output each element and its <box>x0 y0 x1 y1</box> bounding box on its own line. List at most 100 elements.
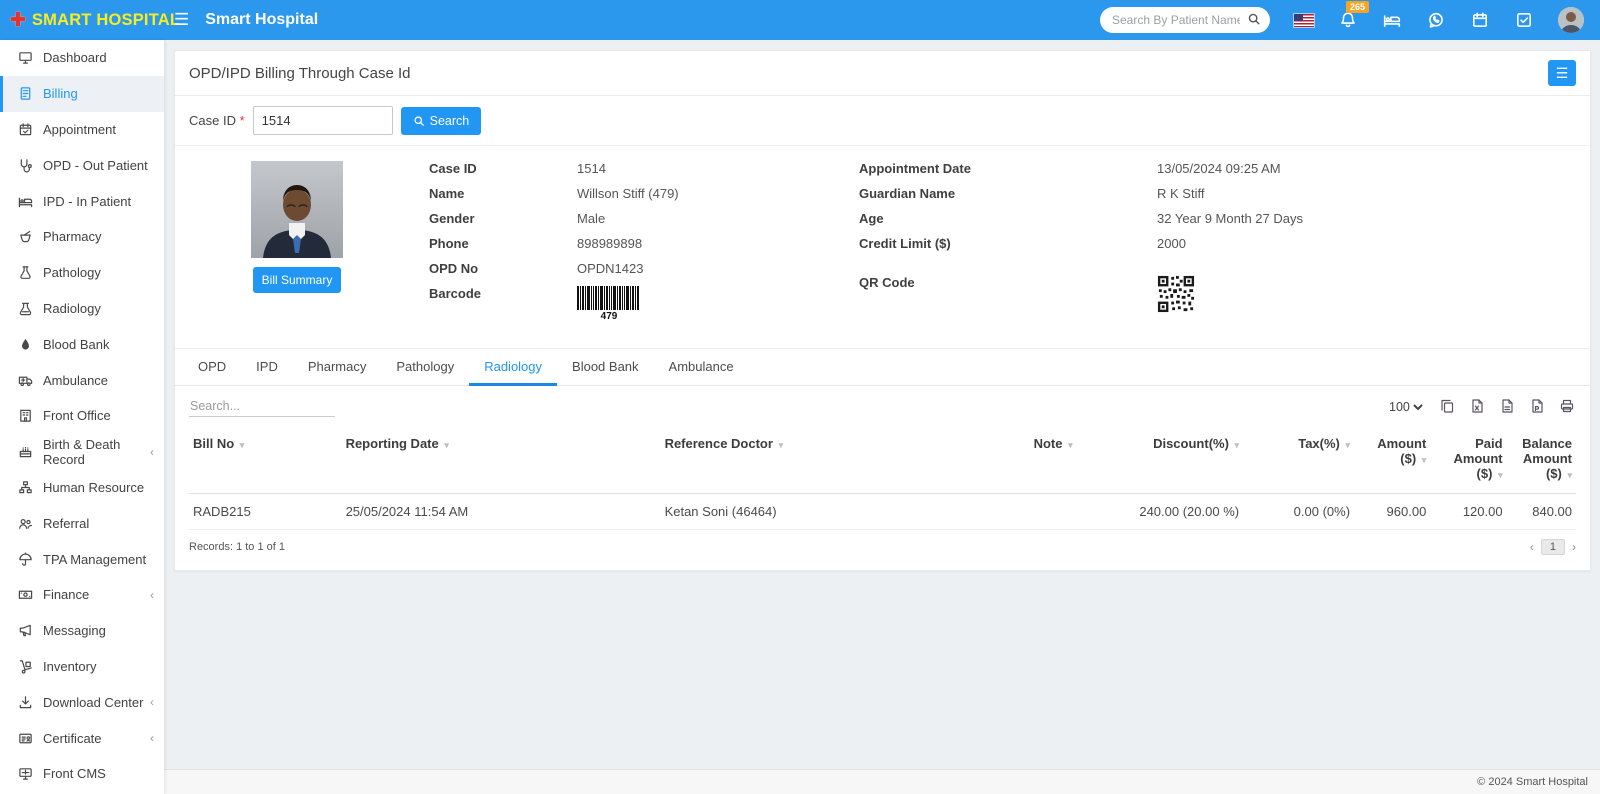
sidebar-item-inventory[interactable]: Inventory <box>0 649 164 685</box>
billing-icon <box>16 86 34 102</box>
sidebar-item-radiology[interactable]: Radiology <box>0 291 164 327</box>
col-paid-amount[interactable]: Paid Amount ($) ▾ <box>1430 427 1507 494</box>
sidebar-item-birth-death-record[interactable]: Birth & Death Record ‹ <box>0 434 164 470</box>
cell-reporting-date: 25/05/2024 11:54 AM <box>341 493 661 530</box>
sidebar-item-dashboard[interactable]: Dashboard <box>0 40 164 76</box>
field-value: 898989898 <box>577 236 643 251</box>
page-title: OPD/IPD Billing Through Case Id <box>189 64 411 82</box>
language-flag-icon[interactable] <box>1294 10 1314 30</box>
page-number[interactable]: 1 <box>1540 539 1565 555</box>
qr-code-label: QR Code <box>859 275 915 290</box>
umbrella-icon <box>16 551 34 567</box>
whatsapp-icon[interactable] <box>1426 10 1446 30</box>
table-search-input[interactable] <box>189 396 335 417</box>
sidebar-item-front-office[interactable]: Front Office <box>0 398 164 434</box>
sort-icon: ▾ <box>1567 470 1572 480</box>
tab-radiology[interactable]: Radiology <box>469 349 558 386</box>
appointment-icon <box>16 121 34 137</box>
tab-pathology[interactable]: Pathology <box>381 349 469 386</box>
chevron-left-icon: ‹ <box>150 731 154 746</box>
notifications-bell-icon[interactable]: 265 <box>1338 1 1369 30</box>
export-csv-icon[interactable] <box>1499 398 1516 415</box>
field-label: Appointment Date <box>859 161 971 176</box>
notification-count-badge: 265 <box>1345 1 1369 13</box>
sidebar-item-certificate[interactable]: Certificate ‹ <box>0 720 164 756</box>
sidebar-item-referral[interactable]: Referral <box>0 505 164 541</box>
radiology-bills-table: Bill No ▾ Reporting Date ▾ Reference Doc… <box>189 427 1576 530</box>
table-row[interactable]: RADB215 25/05/2024 11:54 AM Ketan Soni (… <box>189 493 1576 530</box>
cell-discount: 240.00 (20.00 %) <box>1076 493 1244 530</box>
col-tax[interactable]: Tax(%) ▾ <box>1243 427 1355 494</box>
card-menu-button[interactable]: ☰ <box>1548 60 1576 86</box>
sidebar-item-finance[interactable]: Finance ‹ <box>0 577 164 613</box>
bed-status-icon[interactable] <box>1382 10 1402 30</box>
sidebar: Dashboard Billing Appointment OPD - Out … <box>0 40 164 794</box>
col-bill-no[interactable]: Bill No ▾ <box>189 427 342 494</box>
prev-page-icon[interactable]: ‹ <box>1530 540 1534 554</box>
sidebar-item-pathology[interactable]: Pathology <box>0 255 164 291</box>
search-icon[interactable] <box>1247 12 1261 31</box>
brand-logo[interactable]: ✚ SMART HOSPITAL <box>0 11 180 30</box>
tasks-icon[interactable] <box>1514 10 1534 30</box>
sidebar-item-messaging[interactable]: Messaging <box>0 613 164 649</box>
case-id-input[interactable] <box>252 106 393 135</box>
calendar-icon[interactable] <box>1470 10 1490 30</box>
cell-amount: 960.00 <box>1354 493 1431 530</box>
patient-search-input[interactable] <box>1100 7 1270 33</box>
copy-icon[interactable] <box>1439 398 1456 415</box>
tab-opd[interactable]: OPD <box>183 349 241 386</box>
search-icon <box>414 115 424 126</box>
col-balance-amount[interactable]: Balance Amount ($) ▾ <box>1506 427 1576 494</box>
sidebar-item-billing[interactable]: Billing <box>0 75 164 112</box>
user-avatar[interactable] <box>1558 7 1584 33</box>
col-reporting-date[interactable]: Reporting Date ▾ <box>341 427 661 494</box>
cms-monitor-icon <box>16 766 34 782</box>
hamburger-menu-icon[interactable]: ☰ <box>174 10 189 30</box>
search-button[interactable]: Search <box>400 106 482 135</box>
bill-summary-button[interactable]: Bill Summary <box>252 267 342 293</box>
sidebar-item-front-cms[interactable]: Front CMS <box>0 756 164 792</box>
next-page-icon[interactable]: › <box>1572 540 1576 554</box>
sidebar-item-tpa-management[interactable]: TPA Management <box>0 541 164 577</box>
sidebar-item-human-resource[interactable]: Human Resource <box>0 470 164 506</box>
building-icon <box>16 408 34 424</box>
field-value: 13/05/2024 09:25 AM <box>1157 161 1281 176</box>
col-reference-doctor[interactable]: Reference Doctor ▾ <box>660 427 897 494</box>
export-excel-icon[interactable] <box>1469 398 1486 415</box>
col-discount[interactable]: Discount(%) ▾ <box>1076 427 1244 494</box>
tab-pharmacy[interactable]: Pharmacy <box>293 349 382 386</box>
patient-search <box>1100 7 1270 33</box>
sidebar-item-blood-bank[interactable]: Blood Bank <box>0 326 164 362</box>
records-summary: Records: 1 to 1 of 1 <box>189 541 285 553</box>
sidebar-item-opd[interactable]: OPD - Out Patient <box>0 147 164 183</box>
field-value: Willson Stiff (479) <box>577 186 679 201</box>
field-value: 2000 <box>1157 236 1186 251</box>
col-amount[interactable]: Amount ($) ▾ <box>1354 427 1431 494</box>
top-header: ✚ SMART HOSPITAL ☰ Smart Hospital 265 <box>0 0 1600 40</box>
sidebar-item-download-center[interactable]: Download Center ‹ <box>0 684 164 720</box>
app-title: Smart Hospital <box>205 11 319 28</box>
required-asterisk: * <box>235 113 245 128</box>
sidebar-item-pharmacy[interactable]: Pharmacy <box>0 219 164 255</box>
cell-balance-amount: 840.00 <box>1506 493 1576 530</box>
patient-fields-left: Case ID 1514 Name Willson Stiff (479) Ge… <box>429 161 859 322</box>
main-content: OPD/IPD Billing Through Case Id ☰ Case I… <box>164 40 1600 794</box>
barcode-image <box>577 286 639 310</box>
tab-ambulance[interactable]: Ambulance <box>654 349 749 386</box>
chevron-left-icon: ‹ <box>150 444 154 459</box>
pagination: ‹ 1 › <box>1530 539 1576 555</box>
print-icon[interactable] <box>1559 398 1576 415</box>
sidebar-item-ambulance[interactable]: Ambulance <box>0 362 164 398</box>
sidebar-item-ipd[interactable]: IPD - In Patient <box>0 183 164 219</box>
tab-blood-bank[interactable]: Blood Bank <box>557 349 654 386</box>
dashboard-icon <box>16 50 34 66</box>
page-size-select[interactable]: 100 <box>1385 398 1426 415</box>
sidebar-item-appointment[interactable]: Appointment <box>0 112 164 148</box>
cake-icon <box>16 444 34 460</box>
stethoscope-icon <box>16 157 34 173</box>
col-note[interactable]: Note ▾ <box>896 427 1077 494</box>
export-pdf-icon[interactable] <box>1529 398 1546 415</box>
sort-icon: ▾ <box>1421 455 1427 465</box>
money-icon <box>16 587 34 603</box>
tab-ipd[interactable]: IPD <box>241 349 293 386</box>
